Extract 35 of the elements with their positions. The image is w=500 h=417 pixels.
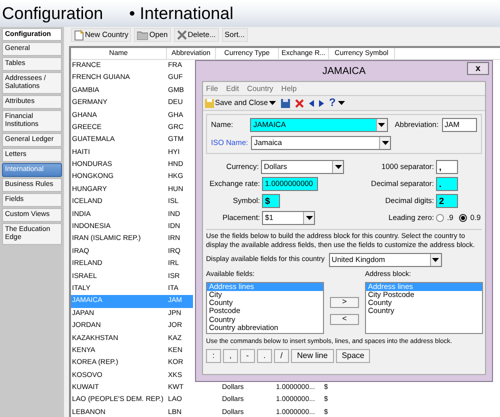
dropdown-arrow-icon[interactable] <box>306 216 312 220</box>
dropdown-arrow-icon[interactable] <box>338 101 345 105</box>
new-document-icon <box>74 30 84 40</box>
radio-button[interactable] <box>459 214 468 222</box>
insert-button[interactable]: - <box>240 348 255 362</box>
move-button[interactable]: < <box>330 314 359 324</box>
save-icon[interactable] <box>280 98 290 108</box>
delete-icon <box>176 30 187 40</box>
radio-button[interactable] <box>436 214 444 222</box>
page-title: Configuration <box>2 5 104 22</box>
text-field[interactable]: $ <box>262 194 280 208</box>
dropdown-arrow-icon[interactable] <box>334 165 342 169</box>
dropdown-arrow-icon[interactable] <box>268 101 276 105</box>
insert-button[interactable]: Space <box>336 348 370 362</box>
insert-button[interactable]: . <box>257 348 272 362</box>
folder-icon <box>137 30 148 40</box>
text-field[interactable]: . <box>436 177 458 191</box>
dropdown-arrow-icon[interactable] <box>432 258 440 262</box>
insert-button[interactable]: New line <box>291 348 334 362</box>
next-icon[interactable] <box>318 100 324 106</box>
dropdown-arrow-icon[interactable] <box>378 123 386 127</box>
help-button[interactable]: ? <box>328 98 345 108</box>
insert-button[interactable]: : <box>206 348 221 362</box>
save-icon <box>205 98 214 108</box>
text-field[interactable]: 2 <box>436 194 458 208</box>
dropdown-arrow-icon[interactable] <box>382 141 388 145</box>
insert-button[interactable]: , <box>223 348 238 362</box>
delete-icon[interactable] <box>294 98 304 108</box>
close-button[interactable]: x <box>467 62 489 75</box>
previous-icon[interactable] <box>308 100 314 106</box>
insert-button[interactable]: / <box>274 348 289 362</box>
dialog-title: JAMAICA <box>322 64 366 78</box>
move-button[interactable]: > <box>330 296 359 308</box>
page-subtitle: • International <box>129 5 234 22</box>
text-field[interactable]: , <box>436 160 458 174</box>
